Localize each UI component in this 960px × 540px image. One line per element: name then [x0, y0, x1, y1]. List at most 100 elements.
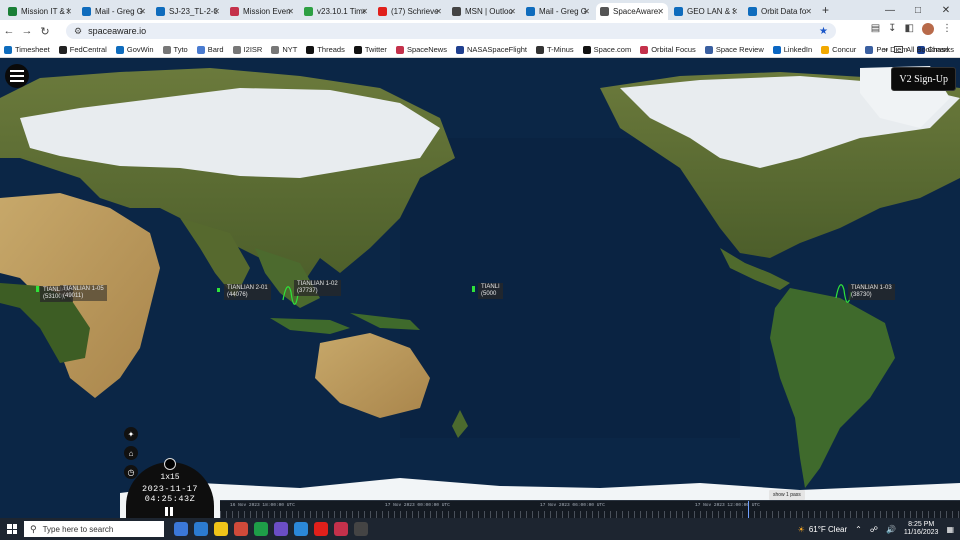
maximize-icon[interactable]: □ [904, 5, 932, 16]
home-icon[interactable]: ⌂ [124, 446, 138, 460]
satellite-marker[interactable] [217, 288, 220, 292]
bookmarks-bar: Timesheet FedCentral GovWin Tyto Bard I2ISR NY… [0, 42, 960, 58]
tab-close-icon[interactable]: ✕ [805, 7, 812, 16]
tab-close-icon[interactable]: ✕ [287, 7, 294, 16]
bookmark-item[interactable]: Space Review [704, 45, 764, 54]
bookmark-item[interactable]: Space.com [582, 45, 631, 54]
timeline-scrubber[interactable]: 16 Nov 2023 18:00:00 UTC 17 Nov 2023 00:… [220, 500, 960, 519]
site-info-icon[interactable]: ⚙ [74, 26, 82, 37]
profile-avatar[interactable] [922, 23, 934, 35]
network-icon[interactable]: ☍ [870, 525, 878, 534]
satellite-label[interactable]: TIANLIAN 2-01 (44076) [224, 284, 271, 300]
tab-close-icon[interactable]: ✕ [509, 7, 516, 16]
taskbar-app-icon[interactable] [174, 522, 188, 536]
taskbar-app-icon[interactable] [234, 522, 248, 536]
hamburger-menu-button[interactable] [5, 64, 29, 88]
satellite-marker[interactable] [472, 286, 475, 292]
pause-button[interactable] [165, 507, 174, 516]
taskbar-clock[interactable]: 8:25 PM 11/16/2023 [904, 521, 939, 537]
url-input[interactable]: ⚙ spaceaware.io ★ [66, 23, 836, 39]
all-bookmarks-button[interactable]: All Bookmarks [894, 45, 954, 54]
bookmark-label: Twitter [364, 45, 387, 54]
satellite-icon[interactable]: ✦ [124, 427, 138, 441]
tab-close-icon[interactable]: ✕ [361, 7, 368, 16]
tab-close-icon[interactable]: ✕ [139, 7, 146, 16]
tab-favicon-icon [526, 7, 535, 16]
browser-tab[interactable]: Mission Event ✕ [226, 3, 298, 20]
taskbar-app-icon[interactable] [294, 522, 308, 536]
browser-tab[interactable]: GEO LAN & SI ✕ [670, 3, 742, 20]
extensions-icon[interactable]: ▤ [871, 23, 880, 35]
tab-label: MSN | Outlook [465, 7, 513, 16]
tab-close-icon[interactable]: ✕ [731, 7, 738, 16]
taskbar-app-icon[interactable] [314, 522, 328, 536]
reload-icon[interactable]: ↻ [36, 25, 54, 38]
taskbar-app-icon[interactable] [254, 522, 268, 536]
volume-icon[interactable]: 🔊 [886, 525, 896, 534]
time-speed-knob[interactable] [164, 458, 176, 470]
tab-close-icon[interactable]: ✕ [435, 7, 442, 16]
taskbar-app-icon[interactable] [274, 522, 288, 536]
bookmark-star-icon[interactable]: ★ [819, 26, 828, 37]
downloads-icon[interactable]: ↧ [888, 23, 896, 35]
browser-tab[interactable]: Orbit Data fo ✕ [744, 3, 816, 20]
bookmark-item[interactable]: Orbital Focus [640, 45, 696, 54]
show-pass-button[interactable]: show 1 pass [769, 490, 805, 500]
new-tab-button[interactable]: + [822, 3, 829, 17]
satellite-label[interactable]: TIANLI (5000 [478, 283, 503, 299]
bookmark-item[interactable]: Concur [821, 45, 856, 54]
browser-tab[interactable]: MSN | Outlook ✕ [448, 3, 520, 20]
bookmark-item[interactable]: I2ISR [232, 45, 262, 54]
bookmark-item[interactable]: Tyto [162, 45, 188, 54]
minimize-icon[interactable]: — [876, 5, 904, 16]
satellite-label[interactable]: TIANLIAN 1-05 (49011) [60, 285, 107, 301]
tab-close-icon[interactable]: ✕ [213, 7, 220, 16]
sidepanel-icon[interactable]: ◧ [905, 23, 914, 35]
world-map-canvas[interactable]: TIANLIAN (53100) TIANLIAN 1-05 (49011) T… [0, 58, 960, 518]
tab-close-icon[interactable]: ✕ [657, 7, 664, 16]
bookmark-item[interactable]: Twitter [353, 45, 387, 54]
more-menu-icon[interactable]: ⋮ [942, 23, 952, 35]
browser-tab[interactable]: Mail - Greg G ✕ [522, 3, 594, 20]
close-window-icon[interactable]: ✕ [932, 5, 960, 16]
start-button[interactable] [0, 524, 24, 534]
tab-label: SJ-23_TL-2-02 [169, 7, 217, 16]
bookmark-item[interactable]: T-Minus [536, 45, 574, 54]
forward-icon[interactable]: → [18, 25, 36, 37]
bookmark-item[interactable]: LinkedIn [772, 45, 812, 54]
taskbar-app-icon[interactable] [354, 522, 368, 536]
v2-signup-button[interactable]: V2 Sign-Up [891, 67, 956, 91]
bookmarks-overflow-icon[interactable]: » [884, 45, 888, 54]
taskbar-app-icon[interactable] [194, 522, 208, 536]
bookmark-favicon-icon [271, 45, 280, 54]
back-icon[interactable]: ← [0, 25, 18, 37]
satellite-label[interactable]: TIANLIAN 1-02 (37737) [294, 280, 341, 296]
taskbar-search-input[interactable]: ⚲ Type here to search [24, 521, 164, 537]
timeline-current-marker[interactable] [748, 501, 749, 519]
bookmark-item[interactable]: Threads [306, 45, 345, 54]
window-controls: — □ ✕ [876, 0, 960, 20]
bookmark-item[interactable]: NASASpaceFlight [455, 45, 527, 54]
satellite-label[interactable]: TIANLIAN 1-03 (38730) [848, 284, 895, 300]
taskbar-app-icon[interactable] [334, 522, 348, 536]
bookmark-item[interactable]: FedCentral [58, 45, 107, 54]
browser-tab[interactable]: Mail - Greg G ✕ [78, 3, 150, 20]
taskbar-app-icon[interactable] [214, 522, 228, 536]
notifications-icon[interactable]: ▦ [946, 525, 954, 534]
satellite-marker[interactable] [36, 286, 39, 292]
bookmark-item[interactable]: Timesheet [4, 45, 50, 54]
tray-overflow-icon[interactable]: ⌃ [855, 525, 862, 534]
timeline-label: 16 Nov 2023 18:00:00 UTC [230, 503, 295, 508]
weather-widget[interactable]: ☀ 61°F Clear [798, 525, 848, 534]
browser-tab[interactable]: v23.10.1 Time ✕ [300, 3, 372, 20]
browser-tab[interactable]: (17) Schriever ✕ [374, 3, 446, 20]
bookmark-item[interactable]: GovWin [115, 45, 154, 54]
browser-tab[interactable]: SpaceAware.io✕ [596, 3, 668, 20]
browser-tab[interactable]: Mission IT & S ✕ [4, 3, 76, 20]
tab-close-icon[interactable]: ✕ [583, 7, 590, 16]
bookmark-item[interactable]: NYT [271, 45, 297, 54]
bookmark-item[interactable]: SpaceNews [395, 45, 447, 54]
browser-tab[interactable]: SJ-23_TL-2-02✕ [152, 3, 224, 20]
bookmark-item[interactable]: Bard [196, 45, 224, 54]
tab-close-icon[interactable]: ✕ [65, 7, 72, 16]
